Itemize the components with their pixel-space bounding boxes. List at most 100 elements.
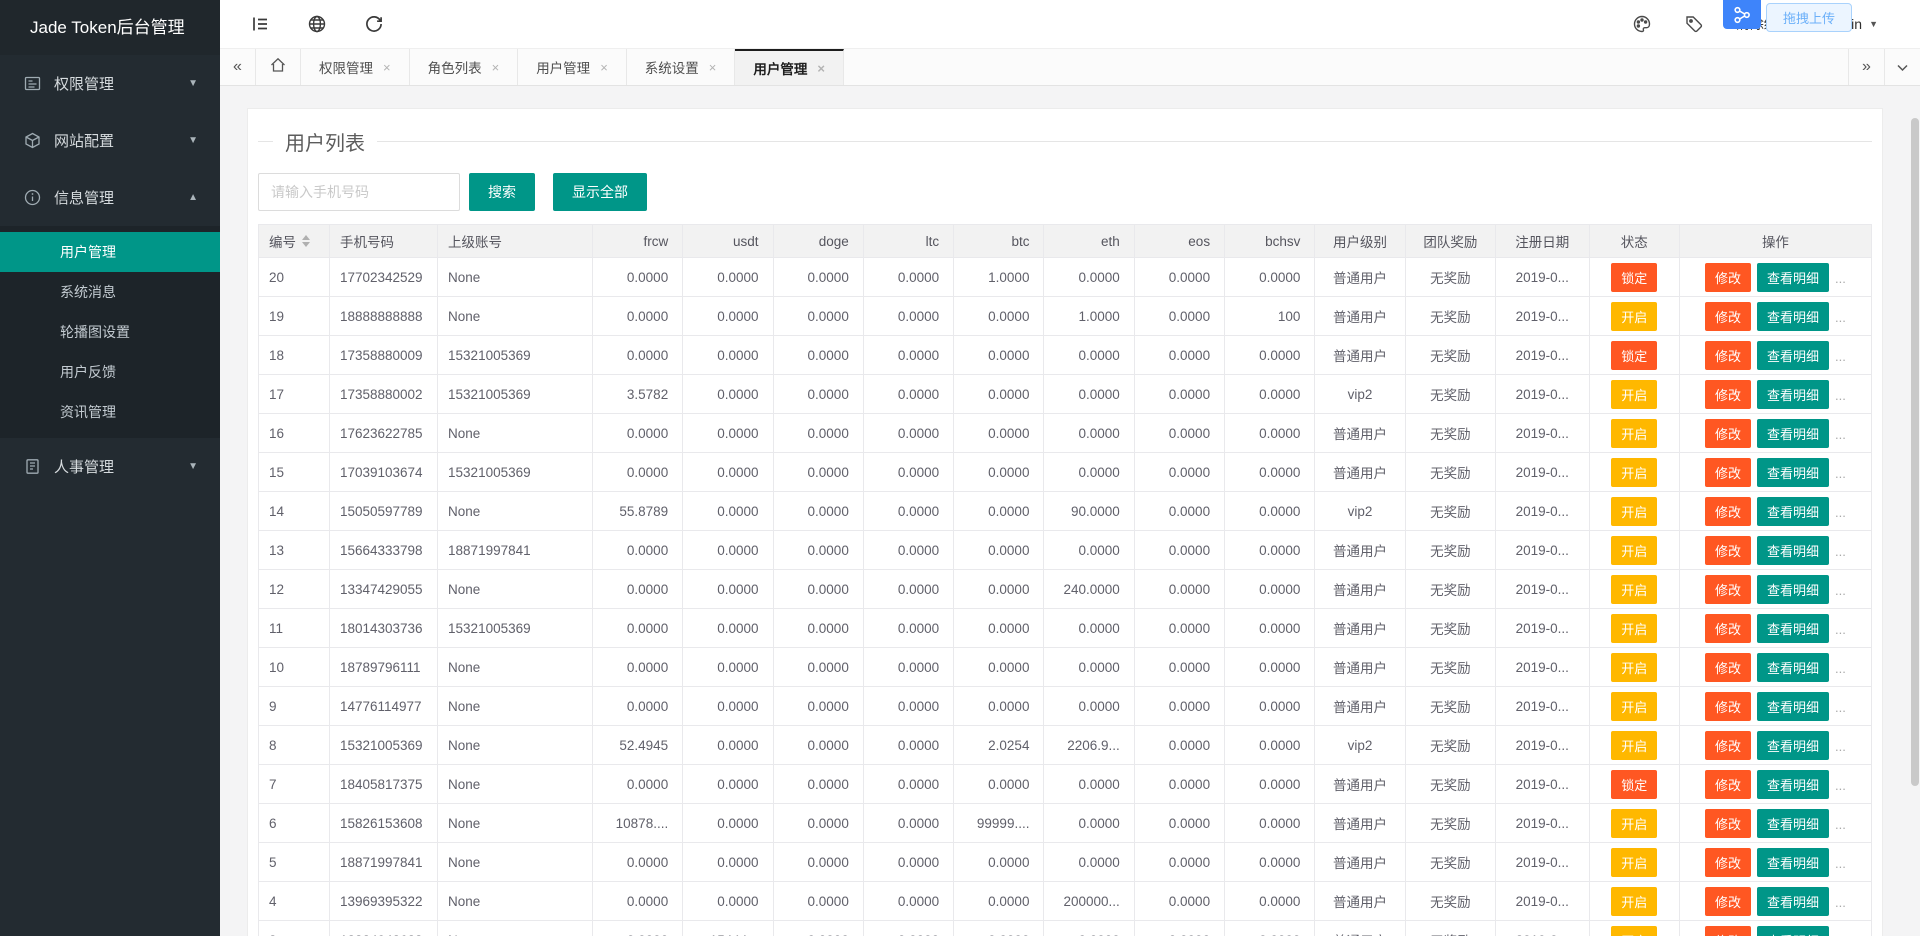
view-detail-button[interactable]: 查看明细 [1757, 497, 1829, 526]
view-detail-button[interactable]: 查看明细 [1757, 887, 1829, 916]
edit-button[interactable]: 修改 [1705, 263, 1751, 292]
more-actions[interactable]: ... [1835, 271, 1846, 286]
tab-3[interactable]: 系统设置× [627, 49, 736, 85]
tab-0[interactable]: 权限管理× [301, 49, 410, 85]
status-toggle-button[interactable]: 开启 [1611, 458, 1657, 487]
status-toggle-button[interactable]: 开启 [1611, 419, 1657, 448]
edit-button[interactable]: 修改 [1705, 731, 1751, 760]
status-toggle-button[interactable]: 开启 [1611, 575, 1657, 604]
view-detail-button[interactable]: 查看明细 [1757, 575, 1829, 604]
view-detail-button[interactable]: 查看明细 [1757, 458, 1829, 487]
view-detail-button[interactable]: 查看明细 [1757, 692, 1829, 721]
status-toggle-button[interactable]: 开启 [1611, 653, 1657, 682]
theme-palette-icon[interactable] [1632, 14, 1652, 34]
more-actions[interactable]: ... [1835, 817, 1846, 832]
edit-button[interactable]: 修改 [1705, 419, 1751, 448]
status-toggle-button[interactable]: 开启 [1611, 497, 1657, 526]
tag-icon[interactable] [1684, 14, 1704, 34]
edit-button[interactable]: 修改 [1705, 809, 1751, 838]
status-toggle-button[interactable]: 开启 [1611, 536, 1657, 565]
sidebar-toggle-icon[interactable] [250, 14, 270, 34]
edit-button[interactable]: 修改 [1705, 380, 1751, 409]
view-detail-button[interactable]: 查看明细 [1757, 419, 1829, 448]
view-detail-button[interactable]: 查看明细 [1757, 263, 1829, 292]
edit-button[interactable]: 修改 [1705, 341, 1751, 370]
status-toggle-button[interactable]: 锁定 [1611, 341, 1657, 370]
more-actions[interactable]: ... [1835, 700, 1846, 715]
home-tab-button[interactable] [256, 49, 301, 85]
close-icon[interactable]: × [600, 60, 608, 75]
edit-button[interactable]: 修改 [1705, 536, 1751, 565]
view-detail-button[interactable]: 查看明细 [1757, 809, 1829, 838]
status-toggle-button[interactable]: 开启 [1611, 692, 1657, 721]
column-header-id[interactable]: 编号 [259, 225, 330, 258]
more-actions[interactable]: ... [1835, 349, 1846, 364]
sidebar-item-3[interactable]: 人事管理▼ [0, 438, 220, 495]
globe-icon[interactable] [307, 14, 327, 34]
more-actions[interactable]: ... [1835, 427, 1846, 442]
close-icon[interactable]: × [492, 60, 500, 75]
view-detail-button[interactable]: 查看明细 [1757, 926, 1829, 936]
more-actions[interactable]: ... [1835, 622, 1846, 637]
sidebar-subitem-1[interactable]: 系统消息 [0, 272, 220, 312]
status-toggle-button[interactable]: 开启 [1611, 302, 1657, 331]
more-actions[interactable]: ... [1835, 856, 1846, 871]
view-detail-button[interactable]: 查看明细 [1757, 731, 1829, 760]
status-toggle-button[interactable]: 锁定 [1611, 770, 1657, 799]
tab-4[interactable]: 用户管理× [735, 49, 844, 85]
more-actions[interactable]: ... [1835, 895, 1846, 910]
view-detail-button[interactable]: 查看明细 [1757, 536, 1829, 565]
close-icon[interactable]: × [383, 60, 391, 75]
sidebar-item-1[interactable]: 网站配置▼ [0, 112, 220, 169]
sidebar-subitem-4[interactable]: 资讯管理 [0, 392, 220, 432]
sidebar-subitem-0[interactable]: 用户管理 [0, 232, 220, 272]
more-actions[interactable]: ... [1835, 310, 1846, 325]
refresh-icon[interactable] [364, 14, 384, 34]
more-actions[interactable]: ... [1835, 583, 1846, 598]
view-detail-button[interactable]: 查看明细 [1757, 653, 1829, 682]
edit-button[interactable]: 修改 [1705, 692, 1751, 721]
page-scrollbar-thumb[interactable] [1911, 118, 1919, 786]
more-actions[interactable]: ... [1835, 661, 1846, 676]
view-detail-button[interactable]: 查看明细 [1757, 770, 1829, 799]
edit-button[interactable]: 修改 [1705, 497, 1751, 526]
search-button[interactable]: 搜索 [469, 173, 535, 211]
more-actions[interactable]: ... [1835, 388, 1846, 403]
status-toggle-button[interactable]: 开启 [1611, 848, 1657, 877]
status-toggle-button[interactable]: 开启 [1611, 887, 1657, 916]
phone-search-input[interactable] [258, 173, 460, 211]
tabs-menu-button[interactable] [1884, 49, 1920, 85]
view-detail-button[interactable]: 查看明细 [1757, 302, 1829, 331]
status-toggle-button[interactable]: 开启 [1611, 380, 1657, 409]
more-actions[interactable]: ... [1835, 544, 1846, 559]
edit-button[interactable]: 修改 [1705, 575, 1751, 604]
edit-button[interactable]: 修改 [1705, 653, 1751, 682]
view-detail-button[interactable]: 查看明细 [1757, 614, 1829, 643]
more-actions[interactable]: ... [1835, 778, 1846, 793]
edit-button[interactable]: 修改 [1705, 770, 1751, 799]
edit-button[interactable]: 修改 [1705, 458, 1751, 487]
edit-button[interactable]: 修改 [1705, 848, 1751, 877]
status-toggle-button[interactable]: 锁定 [1611, 263, 1657, 292]
sidebar-subitem-2[interactable]: 轮播图设置 [0, 312, 220, 352]
tabs-scroll-right-button[interactable]: » [1848, 49, 1884, 85]
show-all-button[interactable]: 显示全部 [553, 173, 647, 211]
more-actions[interactable]: ... [1835, 466, 1846, 481]
status-toggle-button[interactable]: 开启 [1611, 731, 1657, 760]
status-toggle-button[interactable]: 开启 [1611, 926, 1657, 936]
view-detail-button[interactable]: 查看明细 [1757, 848, 1829, 877]
edit-button[interactable]: 修改 [1705, 926, 1751, 936]
tab-2[interactable]: 用户管理× [518, 49, 627, 85]
view-detail-button[interactable]: 查看明细 [1757, 380, 1829, 409]
status-toggle-button[interactable]: 开启 [1611, 614, 1657, 643]
status-toggle-button[interactable]: 开启 [1611, 809, 1657, 838]
close-icon[interactable]: × [817, 61, 825, 76]
close-icon[interactable]: × [709, 60, 717, 75]
edit-button[interactable]: 修改 [1705, 887, 1751, 916]
view-detail-button[interactable]: 查看明细 [1757, 341, 1829, 370]
more-actions[interactable]: ... [1835, 505, 1846, 520]
sidebar-subitem-3[interactable]: 用户反馈 [0, 352, 220, 392]
edit-button[interactable]: 修改 [1705, 614, 1751, 643]
edit-button[interactable]: 修改 [1705, 302, 1751, 331]
tab-1[interactable]: 角色列表× [410, 49, 519, 85]
